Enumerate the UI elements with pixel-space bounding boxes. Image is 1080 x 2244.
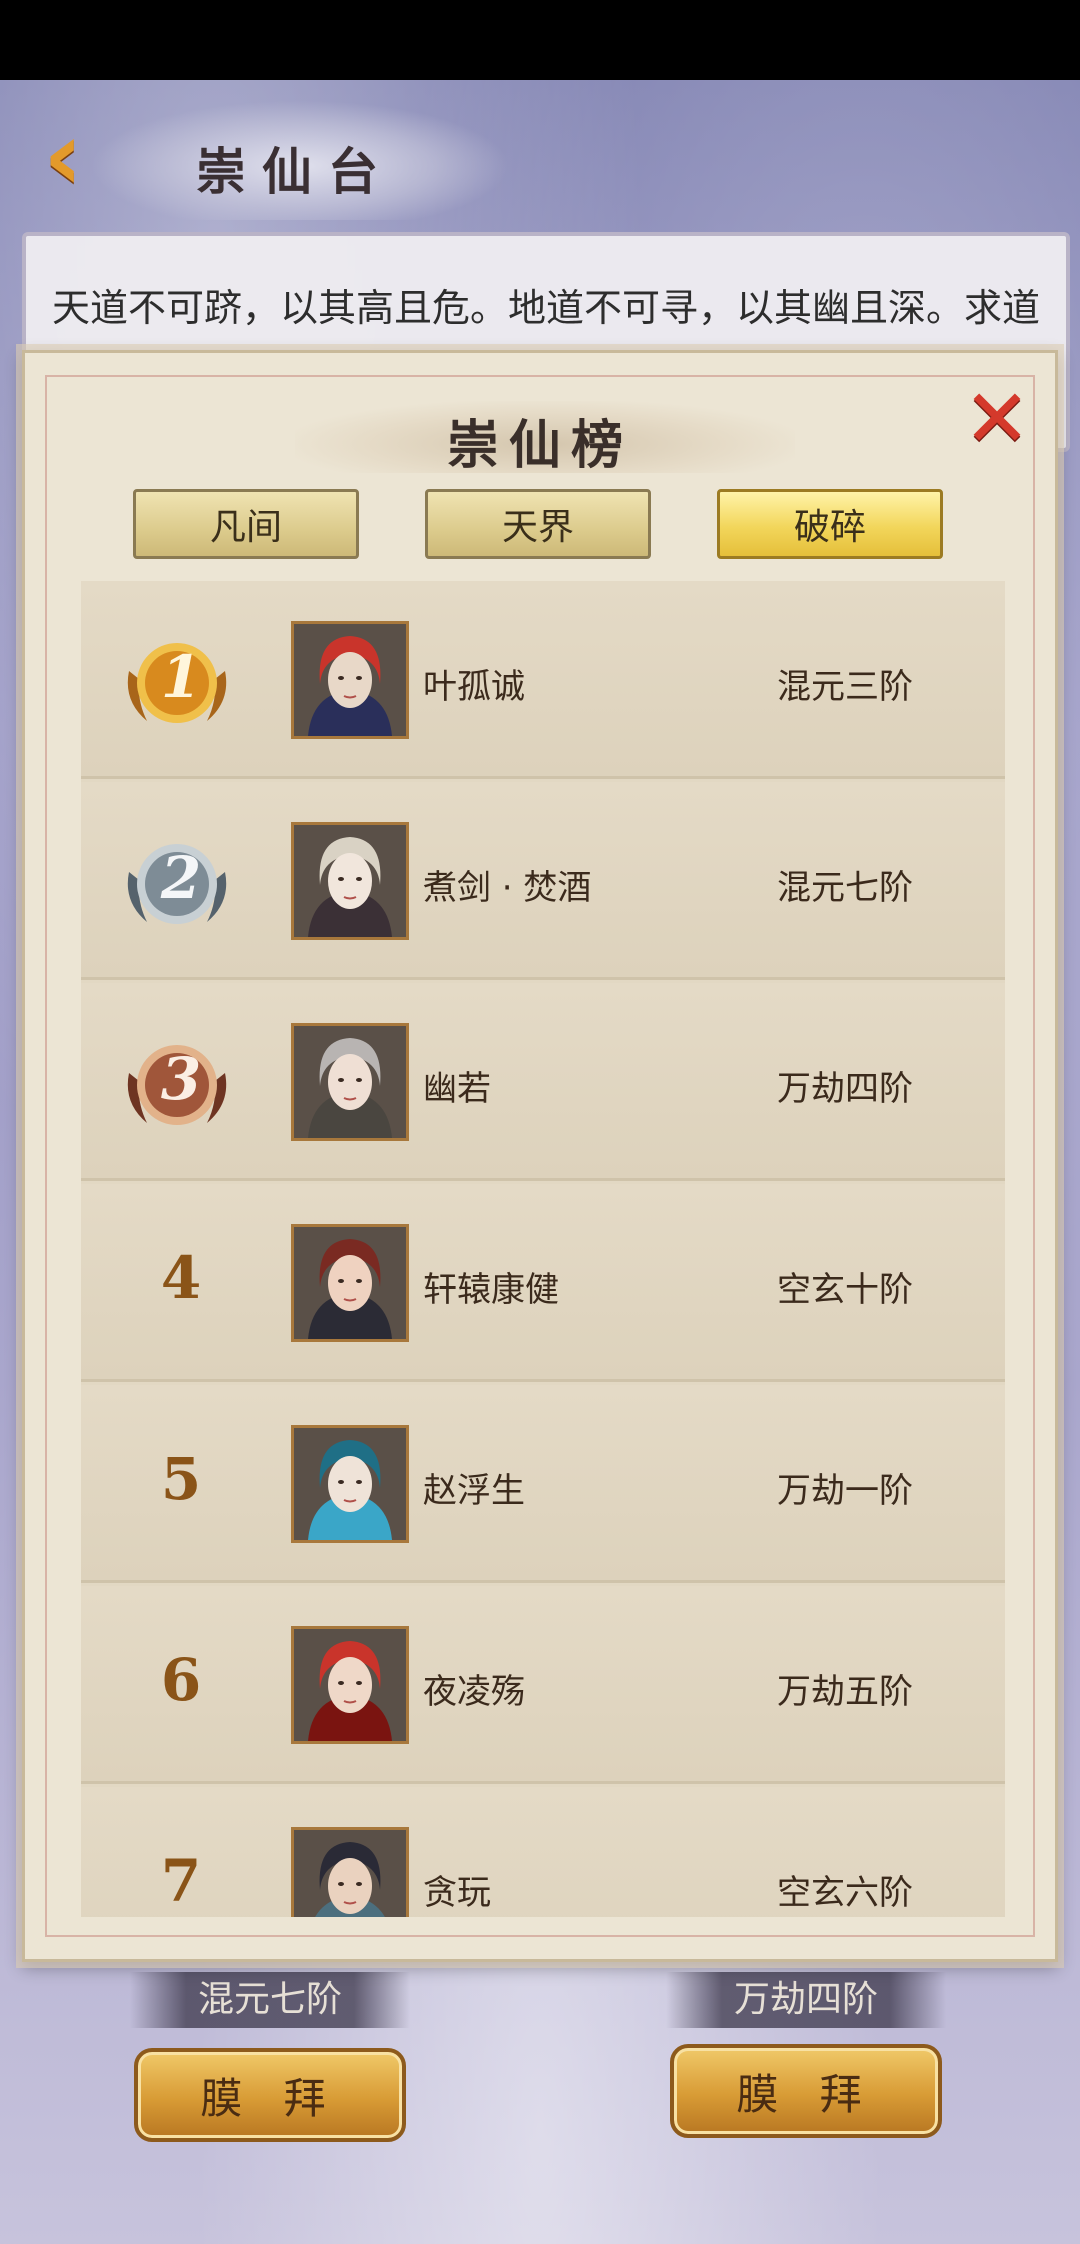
avatar-portrait-icon [294,1830,406,1917]
ranking-list[interactable]: 1 叶孤诚 混元三阶 2 煮剑 · 焚酒 混元七阶 3 幽若 万劫四阶 4 轩辕康健 空玄十阶 5 赵浮生… [81,581,1005,1917]
avatar-portrait-icon [294,1629,406,1741]
player-avatar[interactable] [291,1827,409,1917]
close-button[interactable]: ✕ [961,379,1033,459]
rank-number: 2 [160,844,202,912]
ranking-row[interactable]: 4 轩辕康健 空玄十阶 [81,1184,1005,1382]
tab-shattered[interactable]: 破碎 [717,489,943,559]
modal-title: 崇仙榜 [446,415,633,476]
player-avatar[interactable] [291,1626,409,1744]
player-avatar[interactable] [291,822,409,940]
player-name: 贪玩 [423,1873,491,1913]
avatar-portrait-icon [294,624,406,736]
rank-number: 1 [160,643,202,711]
player-realm: 混元七阶 [777,868,913,908]
player-avatar[interactable] [291,1224,409,1342]
rank-number: 5 [160,1445,202,1513]
rank-number: 3 [160,1045,202,1113]
ranking-row[interactable]: 5 赵浮生 万劫一阶 [81,1385,1005,1583]
player-realm: 空玄十阶 [777,1270,913,1310]
avatar-portrait-icon [294,825,406,937]
tab-mortal[interactable]: 凡间 [133,489,359,559]
player-name: 夜凌殇 [423,1672,525,1712]
tab-heaven[interactable]: 天界 [425,489,651,559]
ranking-row[interactable]: 6 夜凌殇 万劫五阶 [81,1586,1005,1784]
avatar-portrait-icon [294,1428,406,1540]
player-name: 赵浮生 [423,1471,525,1511]
rank-number: 7 [160,1847,202,1915]
ranking-row[interactable]: 2 煮剑 · 焚酒 混元七阶 [81,782,1005,980]
player-name: 轩辕康健 [423,1270,559,1310]
player-realm: 万劫四阶 [777,1069,913,1109]
player-realm: 混元三阶 [777,667,913,707]
player-name: 煮剑 · 焚酒 [423,868,592,908]
player-name: 幽若 [423,1069,491,1109]
rank-number: 6 [160,1646,202,1714]
ranking-row[interactable]: 1 叶孤诚 混元三阶 [81,581,1005,779]
rank-number: 4 [160,1244,202,1312]
ranking-modal: 崇仙榜 ✕ 凡间 天界 破碎 1 叶孤诚 混元三阶 2 煮剑 · 焚酒 混元七阶 3 幽若 万劫… [22,350,1058,1962]
ranking-row[interactable]: 3 幽若 万劫四阶 [81,983,1005,1181]
player-avatar[interactable] [291,621,409,739]
avatar-portrait-icon [294,1026,406,1138]
player-realm: 万劫一阶 [777,1471,913,1511]
player-avatar[interactable] [291,1023,409,1141]
status-bar [0,0,1080,80]
player-realm: 万劫五阶 [777,1672,913,1712]
ranking-row[interactable]: 7 贪玩 空玄六阶 [81,1787,1005,1917]
player-name: 叶孤诚 [423,667,525,707]
player-realm: 空玄六阶 [777,1873,913,1913]
avatar-portrait-icon [294,1227,406,1339]
close-icon: ✕ [963,372,1031,465]
player-avatar[interactable] [291,1425,409,1543]
